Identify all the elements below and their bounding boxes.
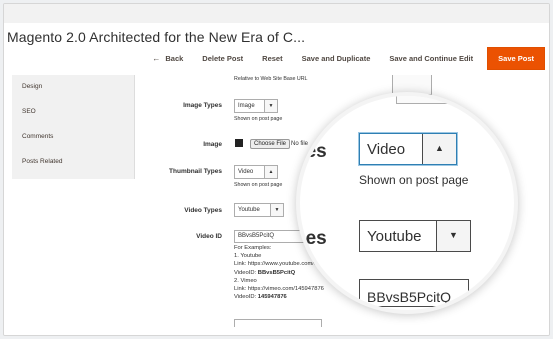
delete-post-button[interactable]: Delete Post <box>202 54 243 63</box>
video-types-select[interactable]: Youtube ▼ <box>234 203 284 217</box>
video-types-label: Video Types <box>184 207 222 214</box>
examples-vimeo-id: 145947876 <box>257 294 287 301</box>
save-and-continue-button[interactable]: Save and Continue Edit <box>389 54 473 63</box>
image-preview-swatch <box>235 139 243 147</box>
page-title: Magento 2.0 Architected for the New Era … <box>7 29 306 45</box>
thumbnail-types-note: Shown on post page <box>234 182 283 188</box>
back-button-label: Back <box>165 53 184 63</box>
back-button[interactable]: ← Back <box>152 54 183 63</box>
image-types-select[interactable]: Image ▼ <box>234 99 278 113</box>
save-and-duplicate-button[interactable]: Save and Duplicate <box>302 54 371 63</box>
magnified-label-fragment-1: pes <box>296 141 327 162</box>
magnified-thumbnail-value: Video <box>367 141 406 158</box>
top-strip <box>4 4 549 23</box>
video-id-label: Video ID <box>196 233 222 240</box>
examples-youtube-id-label: VideoID: <box>234 269 257 276</box>
thumbnail-types-select[interactable]: Video ▲ <box>234 165 278 179</box>
thumbnail-types-label: Thumbnail Types <box>169 168 222 175</box>
examples-youtube-id-row: VideoID: BBvsB5PcitQ <box>234 269 331 277</box>
magnifier-lens: pes Video ▲ Shown on post page pes Youtu… <box>296 92 518 314</box>
page-actions: ← Back Delete Post Reset Save and Duplic… <box>133 46 549 70</box>
magnified-video-types-value: Youtube <box>367 228 422 245</box>
save-post-button[interactable]: Save Post <box>487 46 545 70</box>
examples-vimeo-title: 2. Vimeo <box>234 277 257 284</box>
examples-youtube-id: BBvsB5PcitQ <box>257 269 296 276</box>
chevron-down-icon: ▼ <box>264 100 277 112</box>
chevron-down-icon: ▼ <box>270 204 283 216</box>
choose-file-button[interactable]: Choose File <box>250 139 291 149</box>
magnified-video-types-select[interactable]: Youtube ▼ <box>359 220 471 252</box>
chevron-up-icon: ▲ <box>422 134 456 164</box>
image-types-note: Shown on post page <box>234 116 283 122</box>
arrow-left-icon: ← <box>152 53 161 63</box>
examples-vimeo-id-label: VideoID: <box>234 294 257 301</box>
magnified-label-fragment-2: pes <box>296 228 327 249</box>
image-types-label: Image Types <box>183 102 222 109</box>
video-types-value: Youtube <box>238 207 260 213</box>
image-label: Image <box>203 141 222 148</box>
thumbnail-types-value: Video <box>238 169 254 175</box>
magnified-thumbnail-select[interactable]: Video ▲ <box>359 133 457 165</box>
chevron-up-icon: ▲ <box>264 166 277 178</box>
page-header: Magento 2.0 Architected for the New Era … <box>4 23 549 75</box>
reset-button[interactable]: Reset <box>262 54 282 63</box>
image-types-value: Image <box>238 103 255 109</box>
magnified-video-id-input[interactable]: BBvsB5PcitQ <box>359 279 469 307</box>
url-key-note: Relative to Web Site Base URL <box>234 76 308 82</box>
examples-vimeo-id-row: VideoID: 145947876 <box>234 293 331 301</box>
examples-vimeo-link: Link: https://vimeo.com/145947876 <box>234 286 324 293</box>
main-content: Design SEO Comments Posts Related Relati… <box>4 75 549 335</box>
magnified-thumbnail-note: Shown on post page <box>359 173 469 187</box>
chevron-down-icon: ▼ <box>436 221 470 251</box>
next-field-partial[interactable] <box>234 319 322 327</box>
window-frame: Magento 2.0 Architected for the New Era … <box>3 3 550 336</box>
